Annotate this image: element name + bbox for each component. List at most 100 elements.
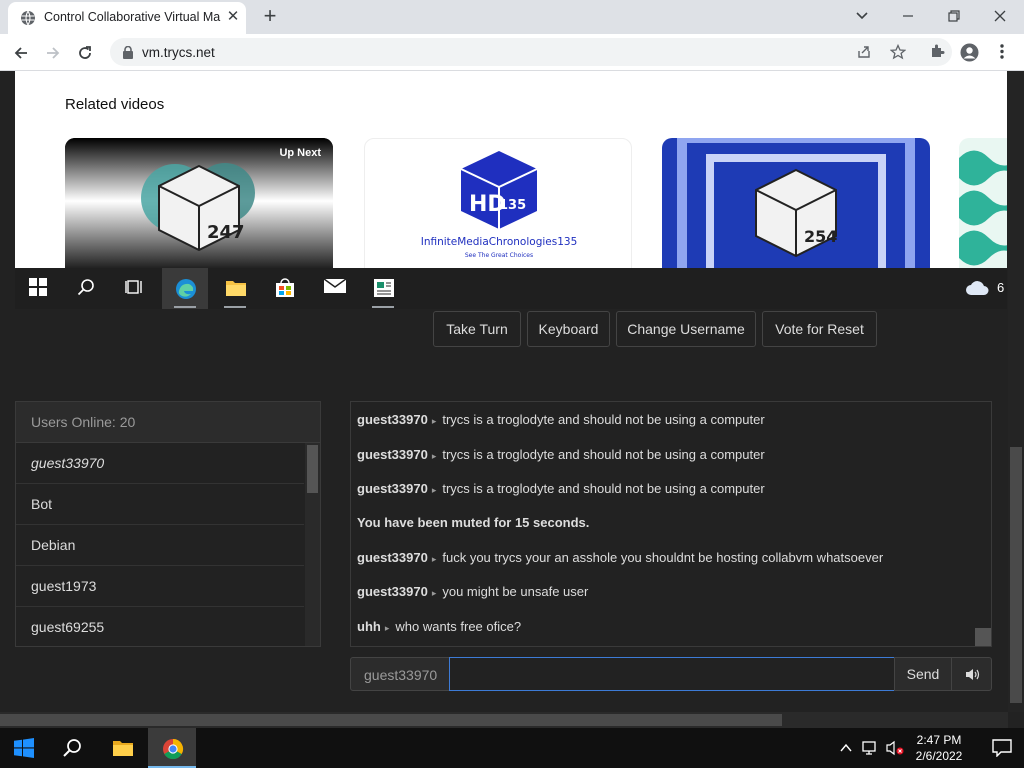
username: guest33970 [31, 455, 105, 471]
thumbnail-image [959, 150, 1007, 266]
vm-store-button[interactable] [262, 268, 308, 309]
system-clock[interactable]: 2:47 PM 2/6/2022 [908, 732, 970, 764]
share-icon[interactable] [856, 44, 872, 60]
users-scrollbar[interactable] [305, 443, 320, 646]
change-username-button[interactable]: Change Username [616, 311, 756, 347]
running-indicator [224, 306, 246, 308]
video-thumbnail[interactable]: HD 135 InfiniteMediaChronologies135 See … [364, 138, 632, 278]
system-message: You have been muted for 15 seconds. [357, 515, 589, 530]
windows-logo-icon [29, 278, 47, 296]
user-list-item[interactable]: guest1973 [16, 566, 304, 607]
chat-arrow-icon: ▸ [431, 554, 437, 564]
video-thumbnail[interactable]: 247 Up Next [65, 138, 333, 278]
new-tab-button[interactable]: + [258, 4, 282, 28]
chat-scrollbar[interactable] [975, 402, 991, 646]
back-button[interactable] [8, 40, 34, 66]
close-window-button[interactable] [982, 2, 1018, 30]
chat-text: fuck you trycs your an asshole you shoul… [442, 550, 884, 565]
reload-button[interactable] [72, 40, 98, 66]
tab-title: Control Collaborative Virtual Ma [44, 10, 221, 24]
take-turn-button[interactable]: Take Turn [433, 311, 521, 347]
extensions-icon[interactable] [929, 43, 946, 60]
more-menu-icon[interactable] [998, 43, 1006, 60]
reload-icon [79, 46, 91, 59]
vm-edge-button[interactable] [162, 268, 208, 309]
profile-icon[interactable] [960, 43, 979, 62]
thumbnail-image: 247 [65, 138, 333, 278]
username: guest1973 [31, 578, 97, 594]
arrow-left-icon [14, 47, 27, 59]
search-button[interactable] [48, 728, 96, 768]
vm-file-explorer-button[interactable] [212, 268, 258, 309]
up-next-badge: Up Next [279, 147, 321, 159]
minimize-button[interactable] [890, 2, 926, 30]
address-bar[interactable]: vm.trycs.net [110, 38, 952, 66]
page-horizontal-scrollbar[interactable] [0, 712, 1008, 728]
tab-close-icon[interactable]: ✕ [224, 8, 242, 26]
chat-text: trycs is a troglodyte and should not be … [442, 447, 765, 462]
video-thumbnail[interactable]: 254 [662, 138, 930, 278]
username: Bot [31, 496, 53, 512]
vm-mail-button[interactable] [311, 268, 357, 309]
file-explorer-button[interactable] [98, 728, 146, 768]
chat-message: guest33970 ▸ trycs is a troglodyte and sho… [357, 412, 765, 427]
chat-username[interactable]: guest33970 [357, 412, 428, 427]
video-thumbnail[interactable] [959, 138, 1007, 278]
network-icon[interactable] [862, 740, 880, 756]
chat-input[interactable] [449, 657, 895, 691]
user-list-item[interactable]: guest33970 [16, 443, 304, 484]
chat-username[interactable]: uhh [357, 619, 381, 634]
restore-button[interactable] [936, 2, 972, 30]
username: guest69255 [31, 619, 105, 635]
vm-start-button[interactable] [16, 268, 62, 309]
vm-news-button[interactable] [360, 268, 406, 309]
chat-username[interactable]: guest33970 [357, 584, 428, 599]
chat-arrow-icon: ▸ [431, 451, 437, 461]
tab-search-button[interactable] [844, 2, 880, 30]
page-horizontal-scroll-thumb[interactable] [0, 714, 782, 726]
url-text: vm.trycs.net [142, 45, 215, 60]
chevron-down-icon [856, 12, 868, 20]
online-users-panel: Users Online: 20 guest33970 Bot Debian g… [15, 401, 321, 647]
forward-button[interactable] [40, 40, 66, 66]
online-users-header: Users Online: 20 [16, 402, 320, 443]
page-vertical-scroll-thumb[interactable] [1010, 447, 1022, 703]
thumbnail-logo-text: InfiniteMediaChronologies135 [421, 236, 578, 248]
chat-username[interactable]: guest33970 [357, 447, 428, 462]
star-icon[interactable] [890, 44, 906, 60]
weather-temperature: 6 [997, 280, 1005, 295]
users-scroll-thumb[interactable] [307, 445, 318, 493]
folder-icon [113, 741, 133, 756]
volume-button[interactable] [951, 657, 992, 691]
current-username: guest33970 [364, 667, 438, 683]
vm-search-button[interactable] [64, 268, 110, 309]
send-button[interactable]: Send [894, 657, 952, 691]
chrome-taskbar-button[interactable] [148, 728, 196, 768]
chat-username[interactable]: guest33970 [357, 481, 428, 496]
search-icon [77, 279, 94, 296]
close-icon [994, 10, 1006, 22]
vm-display[interactable]: Related videos 247 Up Next HD 135 Infini… [15, 71, 1007, 309]
chevron-up-icon[interactable] [840, 743, 852, 753]
user-list-item[interactable]: guest69255 [16, 607, 304, 646]
start-button[interactable] [0, 728, 48, 768]
user-list-item[interactable]: Debian [16, 525, 304, 566]
username: Debian [31, 537, 76, 553]
vote-reset-button[interactable]: Vote for Reset [762, 311, 877, 347]
chat-panel: guest33970 ▸ trycs is a troglodyte and sho… [350, 401, 992, 647]
action-center-button[interactable] [980, 728, 1024, 768]
vm-task-view-button[interactable] [112, 268, 158, 309]
page-vertical-scrollbar[interactable] [1008, 71, 1024, 712]
chat-scroll-thumb[interactable] [975, 628, 991, 646]
chat-message: guest33970 ▸ you might be unsafe user [357, 584, 588, 599]
volume-muted-icon[interactable] [886, 740, 904, 756]
chat-text: you might be unsafe user [442, 584, 589, 599]
thumbnail-logo-text: 254 [804, 227, 837, 246]
cloud-icon [966, 281, 989, 295]
keyboard-button[interactable]: Keyboard [527, 311, 610, 347]
chat-username[interactable]: guest33970 [357, 550, 428, 565]
news-icon [374, 279, 394, 297]
user-list-item[interactable]: Bot [16, 484, 304, 525]
chat-arrow-icon: ▸ [431, 588, 437, 598]
browser-tab[interactable]: Control Collaborative Virtual Ma ✕ [8, 2, 246, 34]
